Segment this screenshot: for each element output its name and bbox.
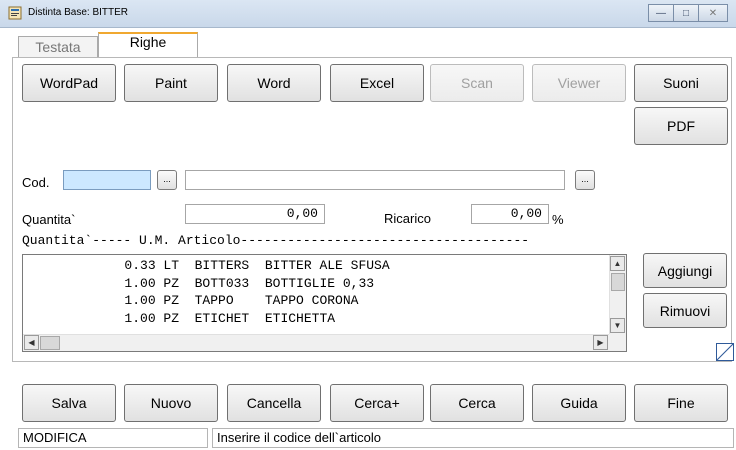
status-hint: Inserire il codice dell`articolo [212,428,734,448]
nuovo-button[interactable]: Nuovo [124,384,218,422]
pdf-button[interactable]: PDF [634,107,728,145]
list-item[interactable]: 0.33 LT BITTERS BITTER ALE SFUSA [23,257,609,275]
scroll-right-icon[interactable]: ▶ [593,335,608,350]
ricarico-label: Ricarico [384,211,431,226]
window-title: Distinta Base: BITTER [28,7,129,18]
description-input[interactable] [185,170,565,190]
guida-button[interactable]: Guida [532,384,626,422]
list-header: Quantita`----- U.M. Articolo------------… [22,233,530,248]
vertical-scroll-thumb[interactable] [611,273,625,291]
diagonal-line-icon[interactable] [716,343,734,361]
viewer-button[interactable]: Viewer [532,64,626,102]
list-item[interactable]: 1.00 PZ BOTT033 BOTTIGLIE 0,33 [23,275,609,293]
tab-testata[interactable]: Testata [18,36,98,58]
salva-button[interactable]: Salva [22,384,116,422]
scroll-down-icon[interactable]: ▼ [610,318,625,333]
minimize-button[interactable]: — [648,4,674,22]
scroll-corner [609,334,626,351]
aggiungi-button[interactable]: Aggiungi [643,253,727,288]
close-icon: ✕ [708,7,718,19]
description-lookup-button[interactable]: ... [575,170,595,190]
ricarico-input[interactable]: 0,00 [471,204,549,224]
quantita-label: Quantita` [22,212,76,227]
scroll-up-icon[interactable]: ▲ [610,256,625,271]
fine-button[interactable]: Fine [634,384,728,422]
articoli-listbox[interactable]: 0.33 LT BITTERS BITTER ALE SFUSA 1.00 PZ… [22,254,627,352]
scroll-left-icon[interactable]: ◀ [24,335,39,350]
maximize-button[interactable]: □ [673,4,699,22]
title-bar: Distinta Base: BITTER — □ ✕ [0,0,736,28]
quantita-input[interactable]: 0,00 [185,204,325,224]
tab-righe[interactable]: Righe [98,32,198,58]
horizontal-scroll-thumb[interactable] [40,336,60,350]
rimuovi-button[interactable]: Rimuovi [643,293,727,328]
status-mode: MODIFICA [18,428,208,448]
cerca-plus-button[interactable]: Cerca+ [330,384,424,422]
close-button[interactable]: ✕ [698,4,728,22]
wordpad-button[interactable]: WordPad [22,64,116,102]
cod-label: Cod. [22,175,50,190]
suoni-button[interactable]: Suoni [634,64,728,102]
percent-label: % [552,212,564,227]
list-rows: 0.33 LT BITTERS BITTER ALE SFUSA 1.00 PZ… [23,257,609,333]
word-button[interactable]: Word [227,64,321,102]
paint-button[interactable]: Paint [124,64,218,102]
excel-button[interactable]: Excel [330,64,424,102]
app-icon [8,6,22,20]
list-item[interactable]: 1.00 PZ ETICHET ETICHETTA [23,310,609,328]
minimize-icon: — [656,7,666,19]
maximize-icon: □ [682,7,690,19]
cerca-button[interactable]: Cerca [430,384,524,422]
cod-input[interactable] [63,170,151,190]
list-item[interactable]: 1.00 PZ TAPPO TAPPO CORONA [23,292,609,310]
cancella-button[interactable]: Cancella [227,384,321,422]
scan-button[interactable]: Scan [430,64,524,102]
vertical-scrollbar[interactable]: ▲ ▼ [609,255,626,335]
cod-lookup-button[interactable]: ... [157,170,177,190]
horizontal-scrollbar[interactable]: ◀ ▶ [23,334,610,351]
